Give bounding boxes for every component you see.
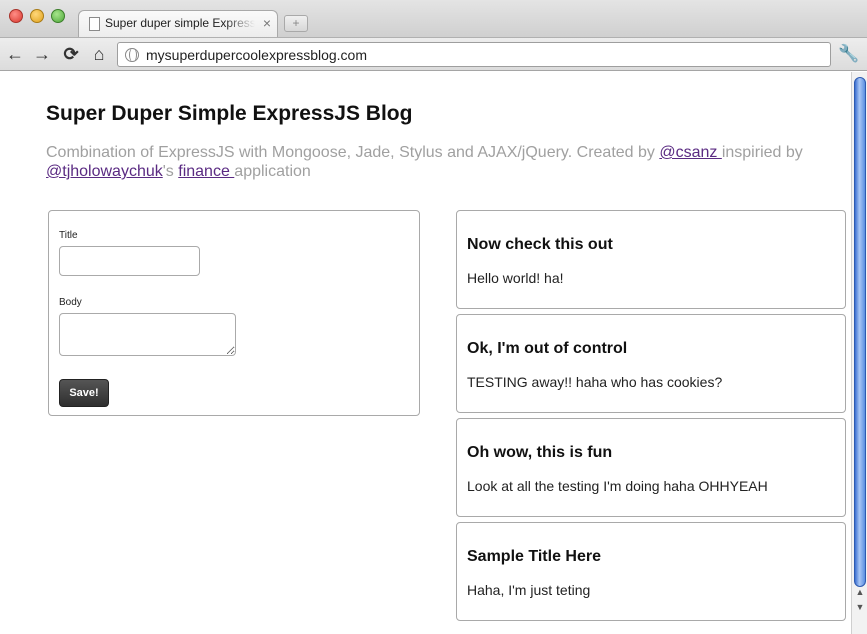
- finance-link[interactable]: finance: [178, 163, 234, 180]
- close-window-button[interactable]: [9, 9, 23, 23]
- page-content: Super Duper Simple ExpressJS Blog Combin…: [0, 72, 851, 634]
- post-title: Ok, I'm out of control: [467, 340, 628, 357]
- post-body: Look at all the testing I'm doing haha O…: [467, 478, 768, 494]
- tjholowaychuk-link[interactable]: @tjholowaychuk: [46, 163, 163, 180]
- post-body: Hello world! ha!: [467, 270, 564, 286]
- post-body: Haha, I'm just teting: [467, 582, 591, 598]
- new-tab-button[interactable]: +: [284, 15, 308, 32]
- body-textarea[interactable]: [59, 313, 236, 356]
- body-label: Body: [59, 297, 82, 308]
- post-card: Sample Title Here Haha, I'm just teting: [456, 522, 846, 621]
- browser-toolbar: ← → ⟳ ⌂ mysuperdupercoolexpressblog.com …: [0, 37, 867, 71]
- back-button[interactable]: ←: [4, 43, 26, 65]
- title-label: Title: [59, 230, 78, 241]
- reload-button[interactable]: ⟳: [60, 43, 82, 65]
- vertical-scrollbar[interactable]: ▲ ▼: [851, 72, 867, 634]
- page-subtitle: Combination of ExpressJS with Mongoose, …: [46, 143, 816, 181]
- page-title: Super Duper Simple ExpressJS Blog: [46, 102, 413, 125]
- tab-title: Super duper simple ExpressJS: [105, 16, 255, 30]
- window-titlebar: Super duper simple ExpressJS × +: [0, 0, 867, 38]
- home-button[interactable]: ⌂: [88, 43, 110, 65]
- globe-icon: [125, 48, 139, 62]
- subtitle-text: inspiried by: [721, 144, 803, 161]
- address-bar[interactable]: mysuperdupercoolexpressblog.com: [117, 42, 831, 67]
- minimize-window-button[interactable]: [30, 9, 44, 23]
- wrench-menu-button[interactable]: 🔧: [838, 43, 860, 65]
- post-body: TESTING away!! haha who has cookies?: [467, 374, 723, 390]
- scroll-up-arrow-icon[interactable]: ▲: [855, 587, 865, 597]
- post-title: Oh wow, this is fun: [467, 444, 613, 461]
- post-title: Now check this out: [467, 236, 613, 253]
- forward-button[interactable]: →: [31, 43, 53, 65]
- title-input[interactable]: [59, 246, 200, 276]
- subtitle-text: 's: [162, 163, 179, 180]
- scroll-down-arrow-icon[interactable]: ▼: [855, 602, 865, 612]
- browser-tab[interactable]: Super duper simple ExpressJS ×: [78, 10, 278, 38]
- zoom-window-button[interactable]: [51, 9, 65, 23]
- url-text: mysuperdupercoolexpressblog.com: [146, 47, 367, 63]
- scrollbar-thumb[interactable]: [854, 77, 866, 587]
- new-post-form: Title Body Save!: [48, 210, 420, 416]
- post-title: Sample Title Here: [467, 548, 601, 565]
- csanz-link[interactable]: @csanz: [659, 144, 721, 161]
- save-button[interactable]: Save!: [59, 379, 109, 407]
- subtitle-text: Combination of ExpressJS with Mongoose, …: [46, 144, 660, 161]
- document-icon: [89, 17, 100, 31]
- close-tab-icon[interactable]: ×: [263, 15, 271, 31]
- subtitle-text: application: [234, 163, 311, 180]
- post-card: Now check this out Hello world! ha!: [456, 210, 846, 309]
- post-card: Ok, I'm out of control TESTING away!! ha…: [456, 314, 846, 413]
- post-card: Oh wow, this is fun Look at all the test…: [456, 418, 846, 517]
